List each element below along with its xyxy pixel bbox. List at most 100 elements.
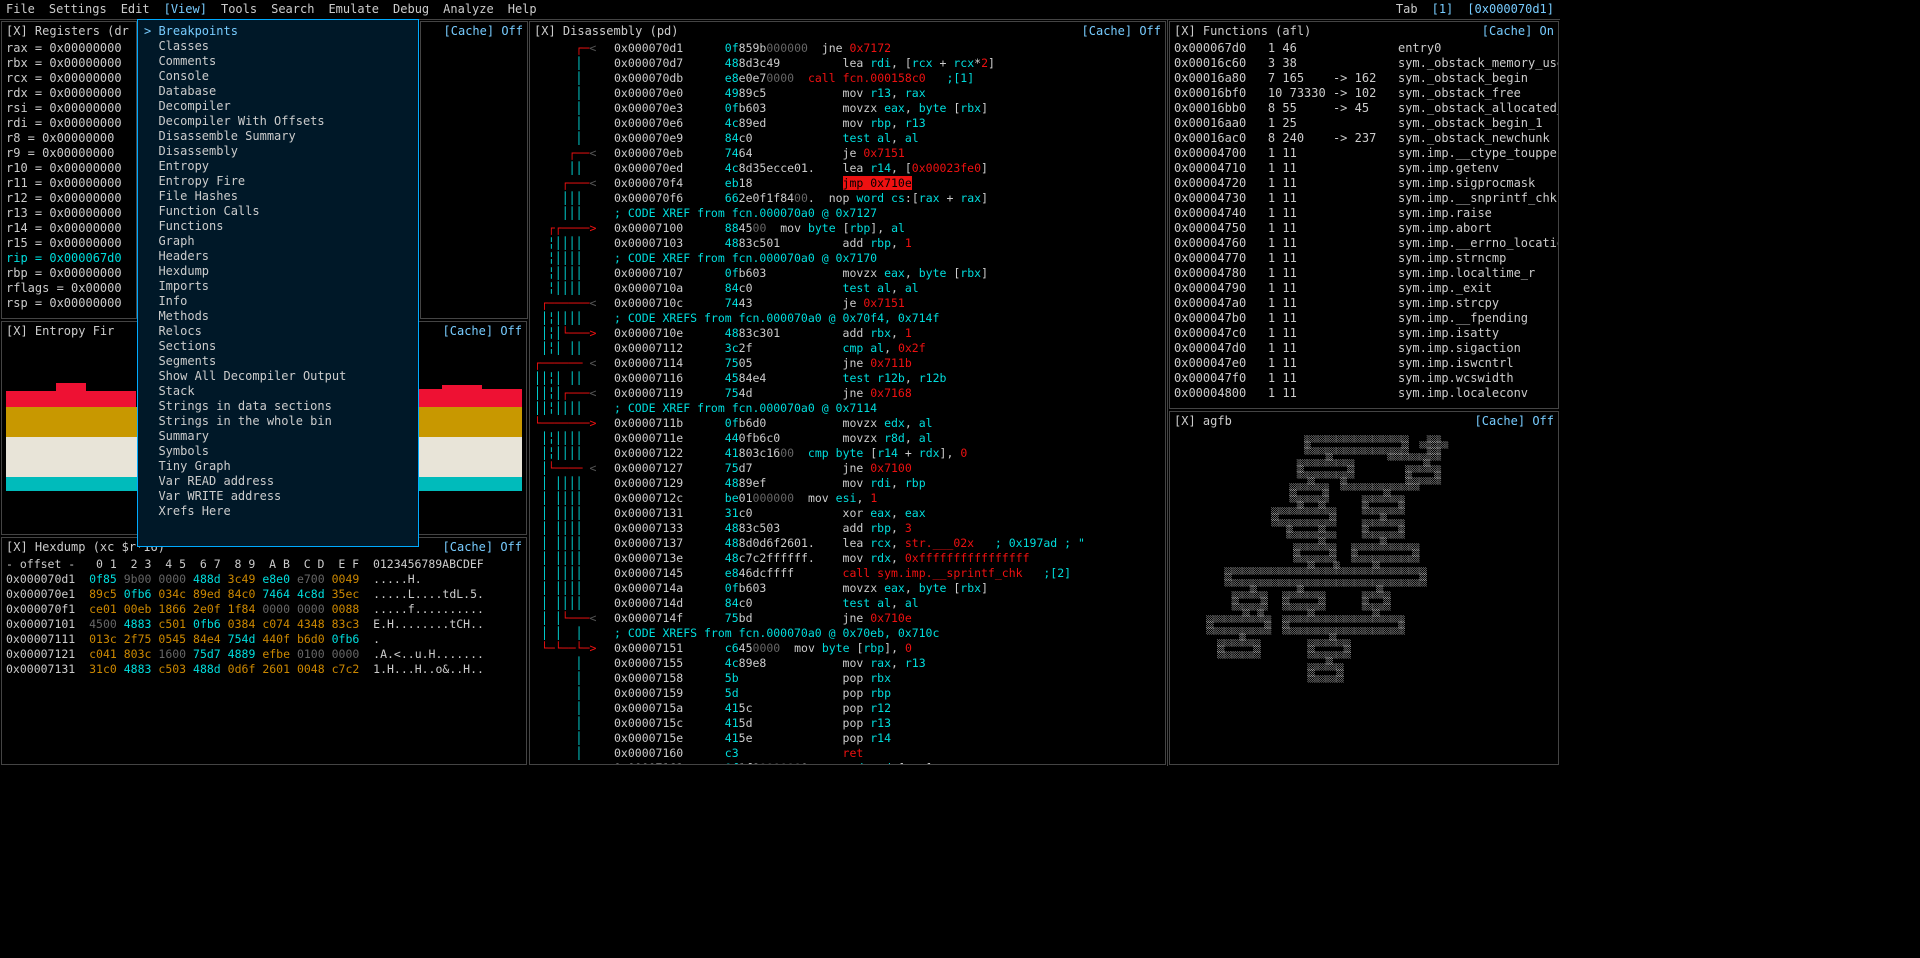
menu-item[interactable]: Edit <box>121 2 150 17</box>
disasm-row[interactable]: ┌───< 0x000070f4 eb18 jmp 0x710e <box>534 176 1161 191</box>
function-row[interactable]: 0x00004750 1 11 sym.imp.abort <box>1174 221 1554 236</box>
view-menu-item[interactable]: Graph <box>144 234 412 249</box>
disasm-row[interactable]: ┌─< 0x000070d1 0f859b000000 jne 0x7172 <box>534 41 1161 56</box>
function-row[interactable]: 0x00004710 1 11 sym.imp.getenv <box>1174 161 1554 176</box>
disasm-row[interactable]: │││ 0x000070f6 662e0f1f8400. nop word cs… <box>534 191 1161 206</box>
disasm-row[interactable]: ╎││││ 0x0000710a 84c0 test al, al <box>534 281 1161 296</box>
disasm-row[interactable]: ││╎││││ ; CODE XREF from fcn.000070a0 @ … <box>534 401 1161 416</box>
disasm-row[interactable]: │ 0x0000715a 415c pop r12 <box>534 701 1161 716</box>
disasm-row[interactable]: │ ││││ 0x00007129 4889ef mov rdi, rbp <box>534 476 1161 491</box>
disasm-row[interactable]: │ 0x00007158 5b pop rbx <box>534 671 1161 686</box>
view-menu-item[interactable]: Var WRITE address <box>144 489 412 504</box>
function-row[interactable]: 0x00004780 1 11 sym.imp.localtime_r <box>1174 266 1554 281</box>
menu-item[interactable]: Debug <box>393 2 429 17</box>
disasm-row[interactable]: │ 0x0000715c 415d pop r13 <box>534 716 1161 731</box>
function-row[interactable]: 0x00016a80 7 165 -> 162 sym._obstack_beg… <box>1174 71 1554 86</box>
disasm-row[interactable]: │││ ; CODE XREF from fcn.000070a0 @ 0x71… <box>534 206 1161 221</box>
view-menu-item[interactable]: Segments <box>144 354 412 369</box>
disasm-row[interactable]: │ 0x000070d7 488d3c49 lea rdi, [rcx + rc… <box>534 56 1161 71</box>
function-row[interactable]: 0x00016bb0 8 55 -> 45 sym._obstack_alloc… <box>1174 101 1554 116</box>
function-row[interactable]: 0x00004730 1 11 sym.imp.__snprintf_chk <box>1174 191 1554 206</box>
view-menu-item[interactable]: Strings in the whole bin <box>144 414 412 429</box>
disasm-row[interactable]: └─└──└─> 0x00007151 c6450000 mov byte [r… <box>534 641 1161 656</box>
function-row[interactable]: 0x00004720 1 11 sym.imp.sigprocmask <box>1174 176 1554 191</box>
function-row[interactable]: 0x00004770 1 11 sym.imp.strncmp <box>1174 251 1554 266</box>
disasm-row[interactable]: ││╎│ ││ 0x00007116 4584e4 test r12b, r12… <box>534 371 1161 386</box>
disasm-row[interactable]: │ ││││ 0x00007133 4883c503 add rbp, 3 <box>534 521 1161 536</box>
view-menu-item[interactable]: Disassembly <box>144 144 412 159</box>
menu-item[interactable]: Search <box>271 2 314 17</box>
function-row[interactable]: 0x000047e0 1 11 sym.imp.iswcntrl <box>1174 356 1554 371</box>
disasm-row[interactable]: │ │└───< 0x0000714f 75bd jne 0x710e <box>534 611 1161 626</box>
disasm-row[interactable]: │╎│ ││ 0x00007112 3c2f cmp al, 0x2f <box>534 341 1161 356</box>
function-row[interactable]: 0x000067d0 1 46 entry0 <box>1174 41 1554 56</box>
view-menu-item[interactable]: Functions <box>144 219 412 234</box>
menu-item[interactable]: Settings <box>49 2 107 17</box>
disasm-row[interactable]: ││ 0x000070ed 4c8d35ecce01. lea r14, [0x… <box>534 161 1161 176</box>
disasm-row[interactable]: │ ││││ 0x0000714d 84c0 test al, al <box>534 596 1161 611</box>
view-menu-item[interactable]: Decompiler With Offsets <box>144 114 412 129</box>
view-menu-item[interactable]: Relocs <box>144 324 412 339</box>
view-menu-item[interactable]: Stack <box>144 384 412 399</box>
menu-item[interactable]: Emulate <box>328 2 379 17</box>
disasm-row[interactable]: ╎││││ ; CODE XREF from fcn.000070a0 @ 0x… <box>534 251 1161 266</box>
view-menu-item[interactable]: Database <box>144 84 412 99</box>
disasm-row[interactable]: │ ││││ 0x00007145 e846dcffff call sym.im… <box>534 566 1161 581</box>
view-menu-item[interactable]: > Breakpoints <box>144 24 412 39</box>
disasm-row[interactable]: │ 0x0000715e 415e pop r14 <box>534 731 1161 746</box>
disasm-row[interactable]: ┌┌────> 0x00007100 884500 mov byte [rbp]… <box>534 221 1161 236</box>
menu-item[interactable]: Help <box>508 2 537 17</box>
disasm-row[interactable]: │╎││││ 0x00007122 41803c1600 cmp byte [r… <box>534 446 1161 461</box>
view-menu-item[interactable]: Comments <box>144 54 412 69</box>
disasm-row[interactable]: │ ││││ 0x0000714a 0fb603 movzx eax, byte… <box>534 581 1161 596</box>
function-row[interactable]: 0x00004760 1 11 sym.imp.__errno_location <box>1174 236 1554 251</box>
view-menu-item[interactable]: Show All Decompiler Output <box>144 369 412 384</box>
view-menu-item[interactable]: Var READ address <box>144 474 412 489</box>
disasm-row[interactable]: │ ││││ 0x00007137 488d0d6f2601. lea rcx,… <box>534 536 1161 551</box>
disasm-row[interactable]: │ 0x000070db e8e0e70000 call fcn.000158c… <box>534 71 1161 86</box>
menu-item[interactable]: Analyze <box>443 2 494 17</box>
disasm-row[interactable]: │ 0x000070e6 4c89ed mov rbp, r13 <box>534 116 1161 131</box>
view-menu-item[interactable]: Decompiler <box>144 99 412 114</box>
disasm-row[interactable]: │╎││││ ; CODE XREFS from fcn.000070a0 @ … <box>534 311 1161 326</box>
disasm-row[interactable]: │╎││││ 0x0000711e 440fb6c0 movzx r8d, al <box>534 431 1161 446</box>
view-menu-item[interactable]: Imports <box>144 279 412 294</box>
disasm-row[interactable]: │ 0x00007160 c3 ret <box>534 746 1161 761</box>
disasm-row[interactable]: │ 0x000070e0 4989c5 mov r13, rax <box>534 86 1161 101</box>
view-menu-item[interactable]: Summary <box>144 429 412 444</box>
disasm-row[interactable]: ┌──────< 0x0000710c 7443 je 0x7151 <box>534 296 1161 311</box>
disasm-row[interactable]: │└──── < 0x00007127 75d7 jne 0x7100 <box>534 461 1161 476</box>
view-menu-item[interactable]: Entropy Fire <box>144 174 412 189</box>
function-row[interactable]: 0x000047a0 1 11 sym.imp.strcpy <box>1174 296 1554 311</box>
functions-panel[interactable]: [X] Functions (afl)[Cache] On 0x000067d0… <box>1169 21 1559 409</box>
view-menu-item[interactable]: Strings in data sections <box>144 399 412 414</box>
view-menu-item[interactable]: Sections <box>144 339 412 354</box>
view-menu[interactable]: > Breakpoints Classes Comments Console D… <box>137 19 419 547</box>
view-menu-item[interactable]: Classes <box>144 39 412 54</box>
disasm-row[interactable]: ││╎│┌───< 0x00007119 754d jne 0x7168 <box>534 386 1161 401</box>
disassembly-panel[interactable]: [X] Disassembly (pd)[Cache] Off ┌─< 0x00… <box>529 21 1166 765</box>
function-row[interactable]: 0x000047f0 1 11 sym.imp.wcswidth <box>1174 371 1554 386</box>
function-row[interactable]: 0x00004700 1 11 sym.imp.__ctype_toupper_ <box>1174 146 1554 161</box>
view-menu-item[interactable]: Tiny Graph <box>144 459 412 474</box>
function-row[interactable]: 0x00004740 1 11 sym.imp.raise <box>1174 206 1554 221</box>
view-menu-item[interactable]: Info <box>144 294 412 309</box>
disasm-row[interactable]: │ 0x000070e9 84c0 test al, al <box>534 131 1161 146</box>
function-row[interactable]: 0x00016aa0 1 25 sym._obstack_begin_1 <box>1174 116 1554 131</box>
view-menu-item[interactable]: Xrefs Here <box>144 504 412 519</box>
view-menu-item[interactable]: Symbols <box>144 444 412 459</box>
function-row[interactable]: 0x000047b0 1 11 sym.imp.__fpending <box>1174 311 1554 326</box>
function-row[interactable]: 0x00004800 1 11 sym.imp.localeconv <box>1174 386 1554 401</box>
function-row[interactable]: 0x000047c0 1 11 sym.imp.isatty <box>1174 326 1554 341</box>
function-row[interactable]: 0x00016bf0 10 73330 -> 102 sym._obstack_… <box>1174 86 1554 101</box>
disasm-row[interactable]: 0x00007161 0f1f80000000. nop dword [rax] <box>534 761 1161 765</box>
disasm-row[interactable]: │ │ │ ; CODE XREFS from fcn.000070a0 @ 0… <box>534 626 1161 641</box>
function-row[interactable]: 0x00004790 1 11 sym.imp._exit <box>1174 281 1554 296</box>
menu-item[interactable]: Tools <box>221 2 257 17</box>
disasm-row[interactable]: │╎│└───> 0x0000710e 4883c301 add rbx, 1 <box>534 326 1161 341</box>
disasm-row[interactable]: │ ││││ 0x00007131 31c0 xor eax, eax <box>534 506 1161 521</box>
disasm-row[interactable]: │ ││││ 0x0000712c be01000000 mov esi, 1 <box>534 491 1161 506</box>
view-menu-item[interactable]: Function Calls <box>144 204 412 219</box>
disasm-row[interactable]: ╎││││ 0x00007107 0fb603 movzx eax, byte … <box>534 266 1161 281</box>
view-menu-item[interactable]: Disassemble Summary <box>144 129 412 144</box>
